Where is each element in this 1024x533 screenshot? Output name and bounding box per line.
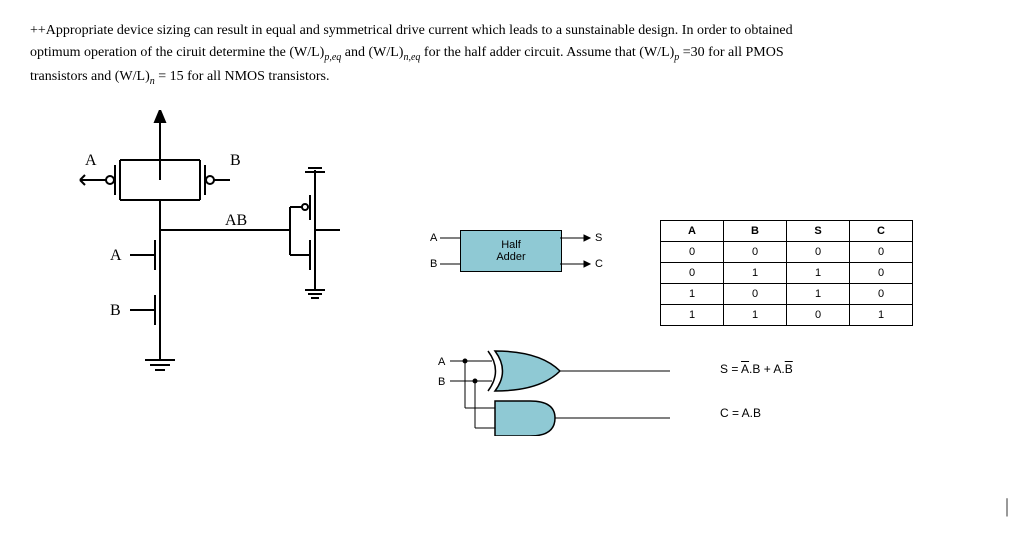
label-ab: AB: [225, 212, 247, 229]
th-a: A: [661, 220, 724, 241]
eq-carry: C = A.B: [720, 406, 793, 420]
cmos-schematic: A B AB A B: [30, 110, 370, 435]
label-b-bot: B: [110, 302, 121, 319]
th-c: C: [850, 220, 913, 241]
line2-pre: optimum operation of the ciruit determin…: [30, 45, 289, 60]
th-b: B: [724, 220, 787, 241]
wl-peq: (W/L)p,eq: [289, 45, 344, 60]
table-row: 1101: [661, 304, 913, 325]
logic-gates: A B: [400, 346, 680, 436]
label-a-mid: A: [110, 247, 122, 264]
svg-text:B: B: [438, 376, 445, 388]
equations: S = A.B + A.B C = A.B: [720, 362, 793, 420]
label-a-top: A: [85, 152, 97, 169]
wl-neq: (W/L)n,eq: [368, 45, 423, 60]
table-row: 0000: [661, 241, 913, 262]
truth-table: A B S C 0000 0110 1010 1101: [660, 220, 913, 326]
line1: ++Appropriate device sizing can result i…: [30, 23, 793, 38]
svg-text:A: A: [438, 356, 446, 368]
table-row: 0110: [661, 262, 913, 283]
text-cursor-icon: |: [1005, 495, 1009, 518]
problem-statement: ++Appropriate device sizing can result i…: [30, 20, 994, 90]
eq-sum: S = A.B + A.B: [720, 362, 793, 376]
label-b-top: B: [230, 152, 241, 169]
wl-p: (W/L)p: [639, 45, 682, 60]
wl-n: (W/L)n: [115, 69, 158, 84]
table-row: 1010: [661, 283, 913, 304]
th-s: S: [787, 220, 850, 241]
half-adder-block: A B S C Half Adder: [400, 220, 620, 290]
